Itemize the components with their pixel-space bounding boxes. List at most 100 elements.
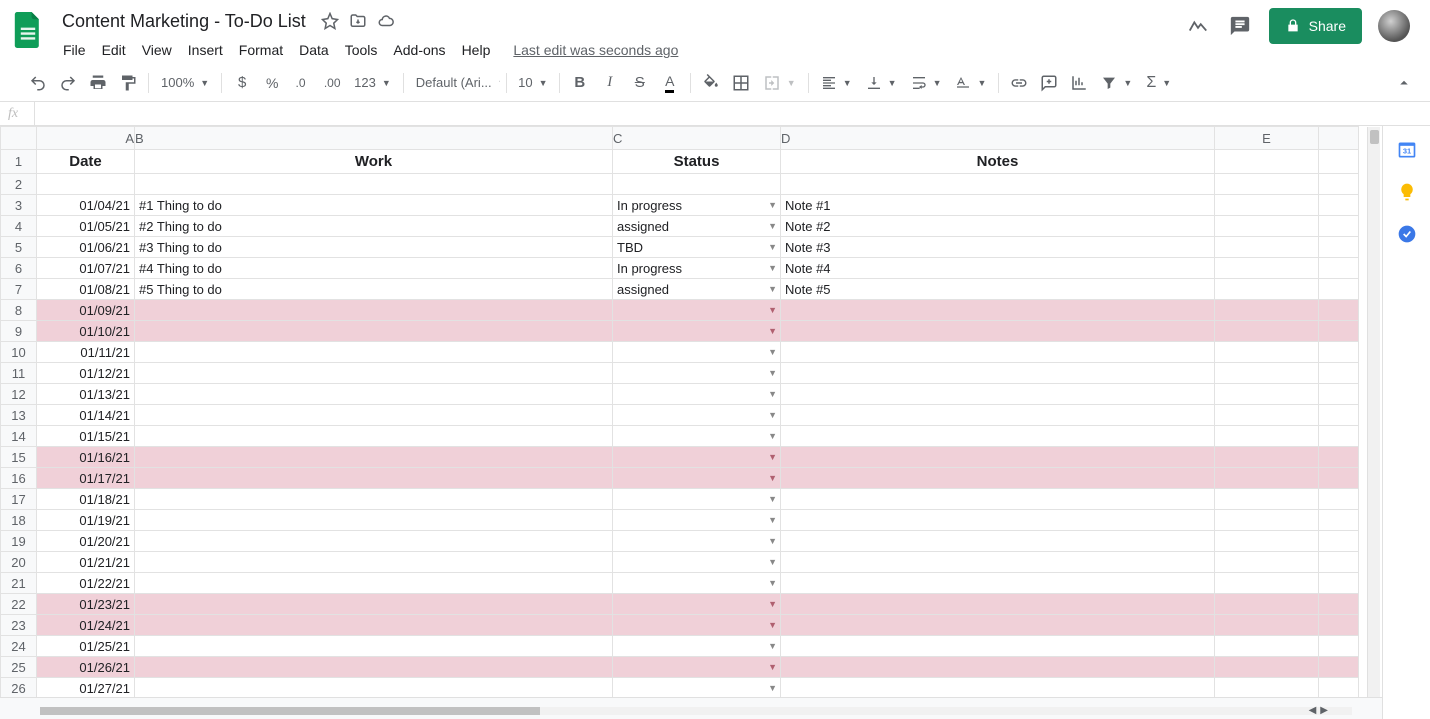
cell[interactable] (781, 678, 1215, 699)
dropdown-arrow-icon[interactable]: ▼ (768, 284, 777, 294)
row-header[interactable]: 9 (1, 321, 37, 342)
cell[interactable]: ▼ (613, 447, 781, 468)
dropdown-arrow-icon[interactable]: ▼ (768, 662, 777, 672)
cell[interactable]: 01/25/21 (37, 636, 135, 657)
select-all-corner[interactable] (1, 127, 37, 150)
cell[interactable] (135, 342, 613, 363)
cell[interactable] (781, 552, 1215, 573)
row-header[interactable]: 13 (1, 405, 37, 426)
cell[interactable]: 01/24/21 (37, 615, 135, 636)
menu-data[interactable]: Data (292, 38, 336, 62)
font-size-dropdown[interactable]: 10▼ (513, 70, 553, 96)
cell[interactable] (135, 300, 613, 321)
cell[interactable] (781, 615, 1215, 636)
cell[interactable] (135, 615, 613, 636)
cell[interactable] (1319, 531, 1359, 552)
menu-help[interactable]: Help (455, 38, 498, 62)
cell[interactable]: 01/15/21 (37, 426, 135, 447)
row-header[interactable]: 6 (1, 258, 37, 279)
merge-cells-dropdown[interactable]: ▼ (757, 70, 802, 96)
vertical-scrollbar[interactable] (1367, 127, 1380, 697)
col-header-E[interactable]: E (1215, 127, 1319, 150)
text-color-icon[interactable]: A (656, 69, 684, 97)
dropdown-arrow-icon[interactable]: ▼ (768, 242, 777, 252)
cell[interactable] (1319, 468, 1359, 489)
cell[interactable]: #3 Thing to do (135, 237, 613, 258)
cell[interactable]: ▼ (613, 342, 781, 363)
cell[interactable] (135, 657, 613, 678)
cell[interactable] (1319, 300, 1359, 321)
cell[interactable] (781, 510, 1215, 531)
cell[interactable] (135, 426, 613, 447)
redo-icon[interactable] (54, 69, 82, 97)
keep-addon-icon[interactable] (1397, 182, 1417, 202)
dropdown-arrow-icon[interactable]: ▼ (768, 599, 777, 609)
cell[interactable] (37, 174, 135, 195)
zoom-dropdown[interactable]: 100%▼ (155, 70, 215, 96)
dropdown-arrow-icon[interactable]: ▼ (768, 389, 777, 399)
cell[interactable]: 01/04/21 (37, 195, 135, 216)
cell[interactable] (135, 384, 613, 405)
italic-icon[interactable]: I (596, 69, 624, 97)
cell[interactable] (781, 468, 1215, 489)
cell[interactable] (1319, 552, 1359, 573)
dropdown-arrow-icon[interactable]: ▼ (768, 515, 777, 525)
comments-icon[interactable] (1227, 13, 1253, 39)
dropdown-arrow-icon[interactable]: ▼ (768, 683, 777, 693)
row-header[interactable]: 2 (1, 174, 37, 195)
cell[interactable] (1319, 342, 1359, 363)
sheets-logo[interactable] (8, 10, 48, 50)
insert-comment-icon[interactable] (1035, 69, 1063, 97)
cell[interactable] (1215, 258, 1319, 279)
cell[interactable]: TBD▼ (613, 237, 781, 258)
row-header[interactable]: 1 (1, 150, 37, 174)
account-avatar[interactable] (1378, 10, 1410, 42)
cell[interactable] (1319, 510, 1359, 531)
number-format-dropdown[interactable]: 123▼ (348, 70, 397, 96)
calendar-addon-icon[interactable]: 31 (1397, 140, 1417, 160)
scroll-right-icon[interactable]: ▶ (1320, 705, 1328, 716)
cell[interactable]: assigned▼ (613, 216, 781, 237)
cell[interactable] (135, 363, 613, 384)
cell[interactable] (781, 300, 1215, 321)
cell[interactable]: 01/17/21 (37, 468, 135, 489)
cell[interactable] (1319, 405, 1359, 426)
cell[interactable] (1215, 489, 1319, 510)
cell[interactable] (1319, 426, 1359, 447)
cell[interactable] (1215, 510, 1319, 531)
fill-color-icon[interactable] (697, 69, 725, 97)
cell[interactable]: 01/20/21 (37, 531, 135, 552)
row-header[interactable]: 11 (1, 363, 37, 384)
cell[interactable]: Notes (781, 150, 1215, 174)
cell[interactable]: ▼ (613, 594, 781, 615)
collapse-toolbar-icon[interactable] (1390, 69, 1418, 97)
cell[interactable] (1319, 237, 1359, 258)
cell[interactable]: 01/08/21 (37, 279, 135, 300)
cell[interactable] (781, 489, 1215, 510)
cell[interactable]: 01/26/21 (37, 657, 135, 678)
cell[interactable]: ▼ (613, 678, 781, 699)
cell[interactable]: ▼ (613, 405, 781, 426)
col-header-C[interactable]: C (613, 127, 781, 150)
row-header[interactable]: 24 (1, 636, 37, 657)
cell[interactable]: ▼ (613, 426, 781, 447)
move-folder-icon[interactable] (348, 11, 368, 31)
cell[interactable]: 01/05/21 (37, 216, 135, 237)
cell[interactable] (781, 426, 1215, 447)
dropdown-arrow-icon[interactable]: ▼ (768, 641, 777, 651)
menu-insert[interactable]: Insert (181, 38, 230, 62)
cell[interactable] (135, 573, 613, 594)
menu-view[interactable]: View (135, 38, 179, 62)
col-header-D[interactable]: D (781, 127, 1215, 150)
increase-decimal-icon[interactable]: .00 (318, 69, 346, 97)
cell[interactable] (781, 342, 1215, 363)
cell[interactable] (1319, 678, 1359, 699)
cell[interactable]: 01/12/21 (37, 363, 135, 384)
share-button[interactable]: Share (1269, 8, 1362, 44)
doc-title[interactable]: Content Marketing - To-Do List (56, 9, 312, 34)
dropdown-arrow-icon[interactable]: ▼ (768, 221, 777, 231)
row-header[interactable]: 12 (1, 384, 37, 405)
cell[interactable]: 01/09/21 (37, 300, 135, 321)
cell[interactable]: ▼ (613, 384, 781, 405)
currency-icon[interactable]: $ (228, 69, 256, 97)
